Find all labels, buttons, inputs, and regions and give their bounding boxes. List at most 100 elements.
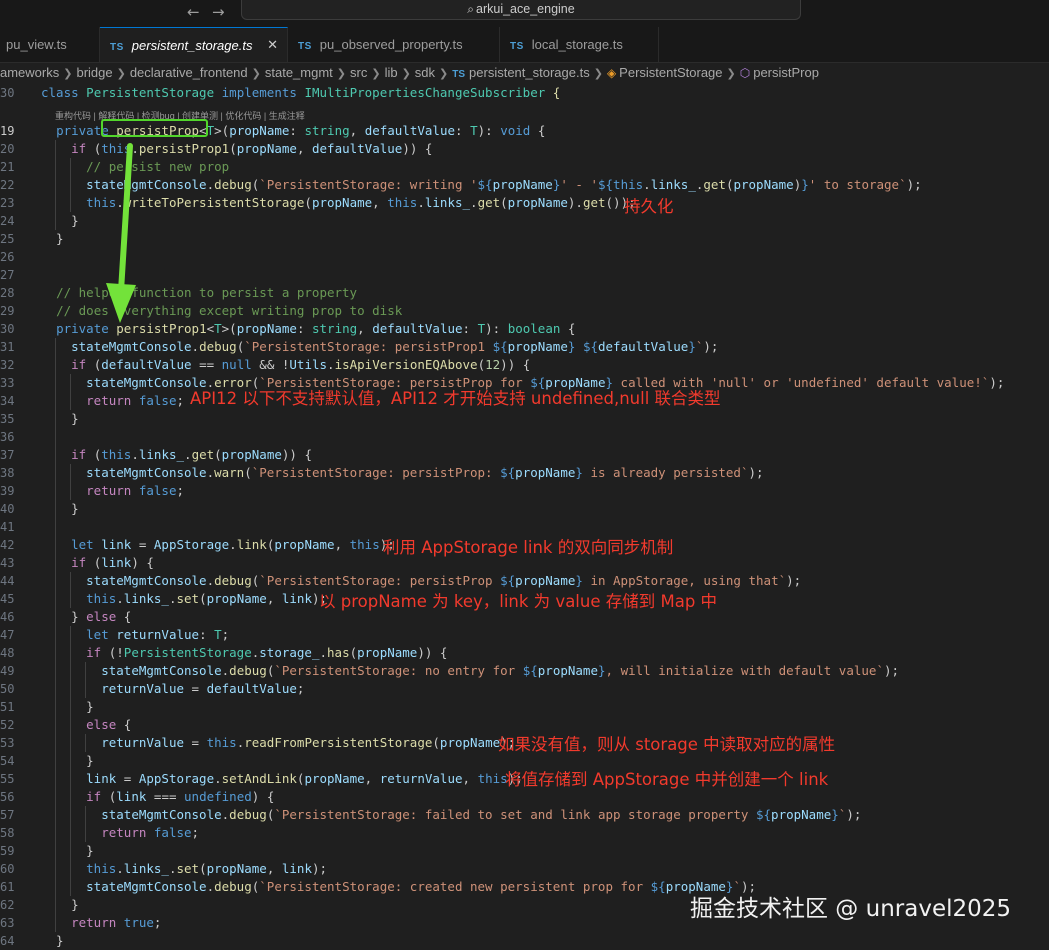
code-line: 50 returnValue = defaultValue; <box>0 680 1049 698</box>
tab-label: persistent_storage.ts <box>131 38 253 53</box>
code-text: } <box>41 933 64 948</box>
code-line: 29 // does everything except writing pro… <box>0 302 1049 320</box>
code-text: stateMgmtConsole.debug(`PersistentStorag… <box>101 663 900 678</box>
code-line: 56 if (link === undefined) { <box>0 788 1049 806</box>
annotation-create-link: 将值存储到 AppStorage 中并创建一个 link <box>505 770 829 789</box>
code-text: } <box>41 501 79 516</box>
code-line: 28 // helper function to persist a prope… <box>0 284 1049 302</box>
title-bar: ← → ⌕ arkui_ace_engine <box>0 0 1049 27</box>
chevron-right-icon: ❯ <box>251 67 261 80</box>
typescript-file-icon: TS <box>510 41 524 52</box>
line-number: 37 <box>0 448 15 462</box>
line-number: 31 <box>0 340 15 354</box>
workspace-name: arkui_ace_engine <box>476 2 575 16</box>
code-text: } <box>41 753 94 768</box>
line-number: 59 <box>0 844 15 858</box>
breadcrumb-item[interactable]: src <box>350 65 367 80</box>
line-number: 30 <box>0 86 15 100</box>
line-number: 55 <box>0 772 15 786</box>
line-number: 50 <box>0 682 15 696</box>
code-line: 24 } <box>0 212 1049 230</box>
code-line: 38 stateMgmtConsole.warn(`PersistentStor… <box>0 464 1049 482</box>
line-number: 26 <box>0 250 15 264</box>
code-text: } <box>41 897 79 912</box>
back-arrow-icon[interactable]: ← <box>187 3 200 21</box>
code-line: 58 return false; <box>0 824 1049 842</box>
line-number: 44 <box>0 574 15 588</box>
line-number: 35 <box>0 412 15 426</box>
code-text: if (link === undefined) { <box>86 789 275 804</box>
editor-tab-bar: pu_view.ts TS persistent_storage.ts ✕ TS p… <box>0 27 1049 63</box>
line-number: 46 <box>0 610 15 624</box>
line-number: 48 <box>0 646 15 660</box>
code-line: 30 private persistProp1<T>(propName: str… <box>0 320 1049 338</box>
chevron-right-icon: ❯ <box>371 67 381 80</box>
breadcrumb-item[interactable]: sdk <box>415 65 435 80</box>
line-number: 38 <box>0 466 15 480</box>
line-number: 30 <box>0 322 15 336</box>
code-line: 27 <box>0 266 1049 284</box>
code-text: if (this.links_.get(propName)) { <box>71 447 312 462</box>
line-number: 56 <box>0 790 15 804</box>
tab-persistent-storage[interactable]: TS persistent_storage.ts ✕ <box>100 27 288 62</box>
breadcrumb-item[interactable]: ameworks <box>0 65 59 80</box>
breadcrumb-item[interactable]: persistProp <box>753 65 819 80</box>
sticky-header-line: 30 class PersistentStorage implements IM… <box>0 84 1049 102</box>
code-line: 32 if (defaultValue == null && !Utils.is… <box>0 356 1049 374</box>
annotation-api12: API12 以下不支持默认值，API12 才开始支持 undefined,nul… <box>190 389 721 408</box>
code-text: returnValue = this.readFromPersistentSto… <box>101 735 516 750</box>
code-text: if (!PersistentStorage.storage_.has(prop… <box>86 645 448 660</box>
breadcrumb-item[interactable]: PersistentStorage <box>619 65 722 80</box>
code-line: 60 this.links_.set(propName, link); <box>0 860 1049 878</box>
line-number: 43 <box>0 556 15 570</box>
line-number: 61 <box>0 880 15 894</box>
line-number: 23 <box>0 196 15 210</box>
line-number: 62 <box>0 898 15 912</box>
code-line: 59 } <box>0 842 1049 860</box>
close-icon[interactable]: ✕ <box>267 28 278 63</box>
chevron-right-icon: ❯ <box>63 67 73 80</box>
tab-pu-observed-property[interactable]: TS pu_observed_property.ts <box>288 27 500 62</box>
code-line: 44 stateMgmtConsole.debug(`PersistentSto… <box>0 572 1049 590</box>
tab-local-storage[interactable]: TS local_storage.ts <box>500 27 659 62</box>
code-text: return true; <box>71 915 162 930</box>
class-symbol-icon: ◈ <box>606 66 617 80</box>
code-text: class PersistentStorage implements IMult… <box>41 85 561 100</box>
line-number: 36 <box>0 430 15 444</box>
highlight-box <box>101 119 208 137</box>
line-number: 22 <box>0 178 15 192</box>
code-line: 57 stateMgmtConsole.debug(`PersistentSto… <box>0 806 1049 824</box>
command-center-search[interactable]: ⌕ arkui_ace_engine <box>241 0 801 20</box>
annotation-read-storage: 如果没有值，则从 storage 中读取对应的属性 <box>498 735 836 754</box>
forward-arrow-icon[interactable]: → <box>212 3 225 21</box>
code-line: 48 if (!PersistentStorage.storage_.has(p… <box>0 644 1049 662</box>
breadcrumb: ameworks ❯ bridge ❯ declarative_frontend ❯ sta… <box>0 63 1049 83</box>
method-symbol-icon: ⬡ <box>739 66 751 80</box>
breadcrumb-item[interactable]: bridge <box>76 65 112 80</box>
tab-label: pu_view.ts <box>6 37 67 52</box>
code-line: 37 if (this.links_.get(propName)) { <box>0 446 1049 464</box>
code-line: 35 } <box>0 410 1049 428</box>
line-number: 19 <box>0 124 15 138</box>
line-number: 20 <box>0 142 15 156</box>
typescript-file-icon: TS <box>298 41 312 52</box>
code-line: 23 this.writeToPersistentStorage(propNam… <box>0 194 1049 212</box>
annotation-persist: 持久化 <box>624 197 674 216</box>
tab-pu-view[interactable]: pu_view.ts <box>0 27 100 62</box>
line-number: 32 <box>0 358 15 372</box>
breadcrumb-item[interactable]: state_mgmt <box>265 65 333 80</box>
breadcrumb-item[interactable]: lib <box>385 65 398 80</box>
chevron-right-icon: ❯ <box>726 67 736 80</box>
code-editor[interactable]: 30 class PersistentStorage implements IM… <box>0 83 1049 948</box>
line-number: 25 <box>0 232 15 246</box>
code-text: link = AppStorage.setAndLink(propName, r… <box>86 771 523 786</box>
code-line: 40 } <box>0 500 1049 518</box>
breadcrumb-item[interactable]: declarative_frontend <box>130 65 248 80</box>
code-line: 31 stateMgmtConsole.debug(`PersistentSto… <box>0 338 1049 356</box>
line-number: 57 <box>0 808 15 822</box>
breadcrumb-item[interactable]: persistent_storage.ts <box>469 65 590 80</box>
annotation-link-sync: 利用 AppStorage link 的双向同步机制 <box>383 538 674 557</box>
typescript-file-icon: TS <box>110 42 124 53</box>
line-number: 49 <box>0 664 15 678</box>
code-line: 25 } <box>0 230 1049 248</box>
